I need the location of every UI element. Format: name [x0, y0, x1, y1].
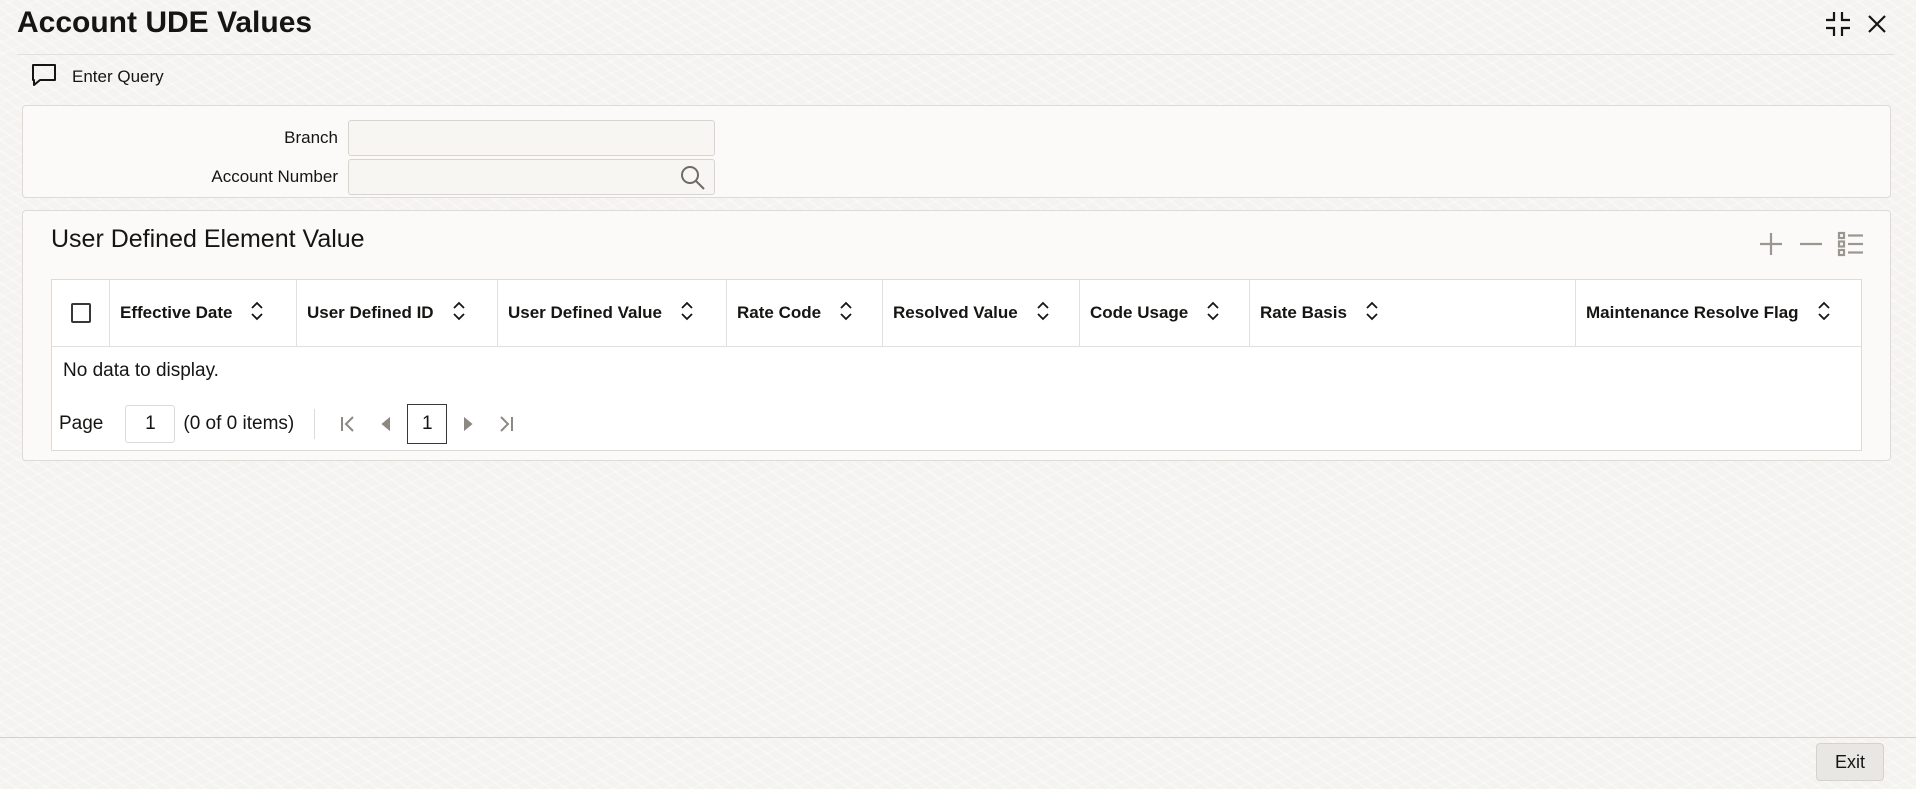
account-number-label: Account Number: [211, 167, 338, 186]
speech-bubble-icon: [30, 62, 58, 93]
previous-page-icon[interactable]: [367, 405, 405, 443]
sort-icon: [1206, 301, 1220, 326]
enter-query-button[interactable]: Enter Query: [30, 62, 164, 92]
search-icon[interactable]: [679, 164, 707, 197]
add-row-icon[interactable]: [1756, 229, 1786, 259]
items-count: (0 of 0 items): [183, 413, 295, 434]
table-header: Effective Date User Defined ID User Defi…: [52, 280, 1861, 347]
column-header[interactable]: Maintenance Resolve Flag: [1575, 280, 1861, 346]
next-page-icon[interactable]: [449, 405, 487, 443]
empty-message: No data to display.: [63, 360, 219, 381]
query-panel: Branch Account Number: [22, 105, 1891, 198]
branch-label: Branch: [284, 128, 338, 147]
column-header[interactable]: Code Usage: [1079, 280, 1249, 346]
select-all-checkbox[interactable]: [70, 303, 91, 323]
column-label: Rate Code: [737, 303, 822, 322]
column-label: Effective Date: [120, 303, 233, 322]
select-all-cell: [52, 280, 109, 346]
footer-divider: [0, 737, 1916, 738]
last-page-icon[interactable]: [487, 405, 525, 443]
grid-title: User Defined Element Value: [51, 225, 365, 253]
column-label: Resolved Value: [893, 303, 1018, 322]
column-label: Code Usage: [1090, 303, 1189, 322]
account-number-input[interactable]: [348, 159, 715, 195]
page-title: Account UDE Values: [17, 6, 313, 39]
sort-icon: [680, 301, 694, 326]
ude-grid-panel: User Defined Element Value Effective Dat…: [22, 210, 1891, 461]
pagination: Page (0 of 0 items) 1: [59, 404, 525, 444]
column-header[interactable]: Rate Code: [726, 280, 882, 346]
sort-icon: [250, 301, 264, 326]
column-header[interactable]: Resolved Value: [882, 280, 1079, 346]
column-label: Maintenance Resolve Flag: [1586, 303, 1799, 322]
delete-row-icon[interactable]: [1796, 229, 1826, 259]
single-record-view-icon[interactable]: [1836, 229, 1866, 259]
pager-divider: [314, 409, 316, 439]
first-page-icon[interactable]: [329, 405, 367, 443]
enter-query-label: Enter Query: [72, 67, 164, 86]
column-header[interactable]: User Defined Value: [497, 280, 726, 346]
page-label: Page: [59, 413, 104, 434]
column-label: User Defined Value: [508, 303, 663, 322]
collapse-icon[interactable]: [1821, 8, 1855, 40]
sort-icon: [839, 301, 853, 326]
sort-icon: [1036, 301, 1050, 326]
page-number-input[interactable]: [125, 405, 176, 443]
column-header[interactable]: Effective Date: [109, 280, 296, 346]
title-divider: [17, 54, 1894, 55]
column-header[interactable]: User Defined ID: [296, 280, 497, 346]
column-header[interactable]: Rate Basis: [1249, 280, 1575, 346]
grid-toolbar: [1756, 229, 1866, 259]
sort-icon: [452, 301, 466, 326]
ude-table: Effective Date User Defined ID User Defi…: [51, 279, 1862, 451]
branch-input[interactable]: [348, 120, 715, 156]
current-page-button[interactable]: 1: [407, 404, 448, 444]
column-label: User Defined ID: [307, 303, 434, 322]
column-label: Rate Basis: [1260, 303, 1347, 322]
sort-icon: [1817, 301, 1831, 326]
sort-icon: [1365, 301, 1379, 326]
close-icon[interactable]: [1860, 8, 1894, 40]
exit-button[interactable]: Exit: [1816, 743, 1884, 781]
